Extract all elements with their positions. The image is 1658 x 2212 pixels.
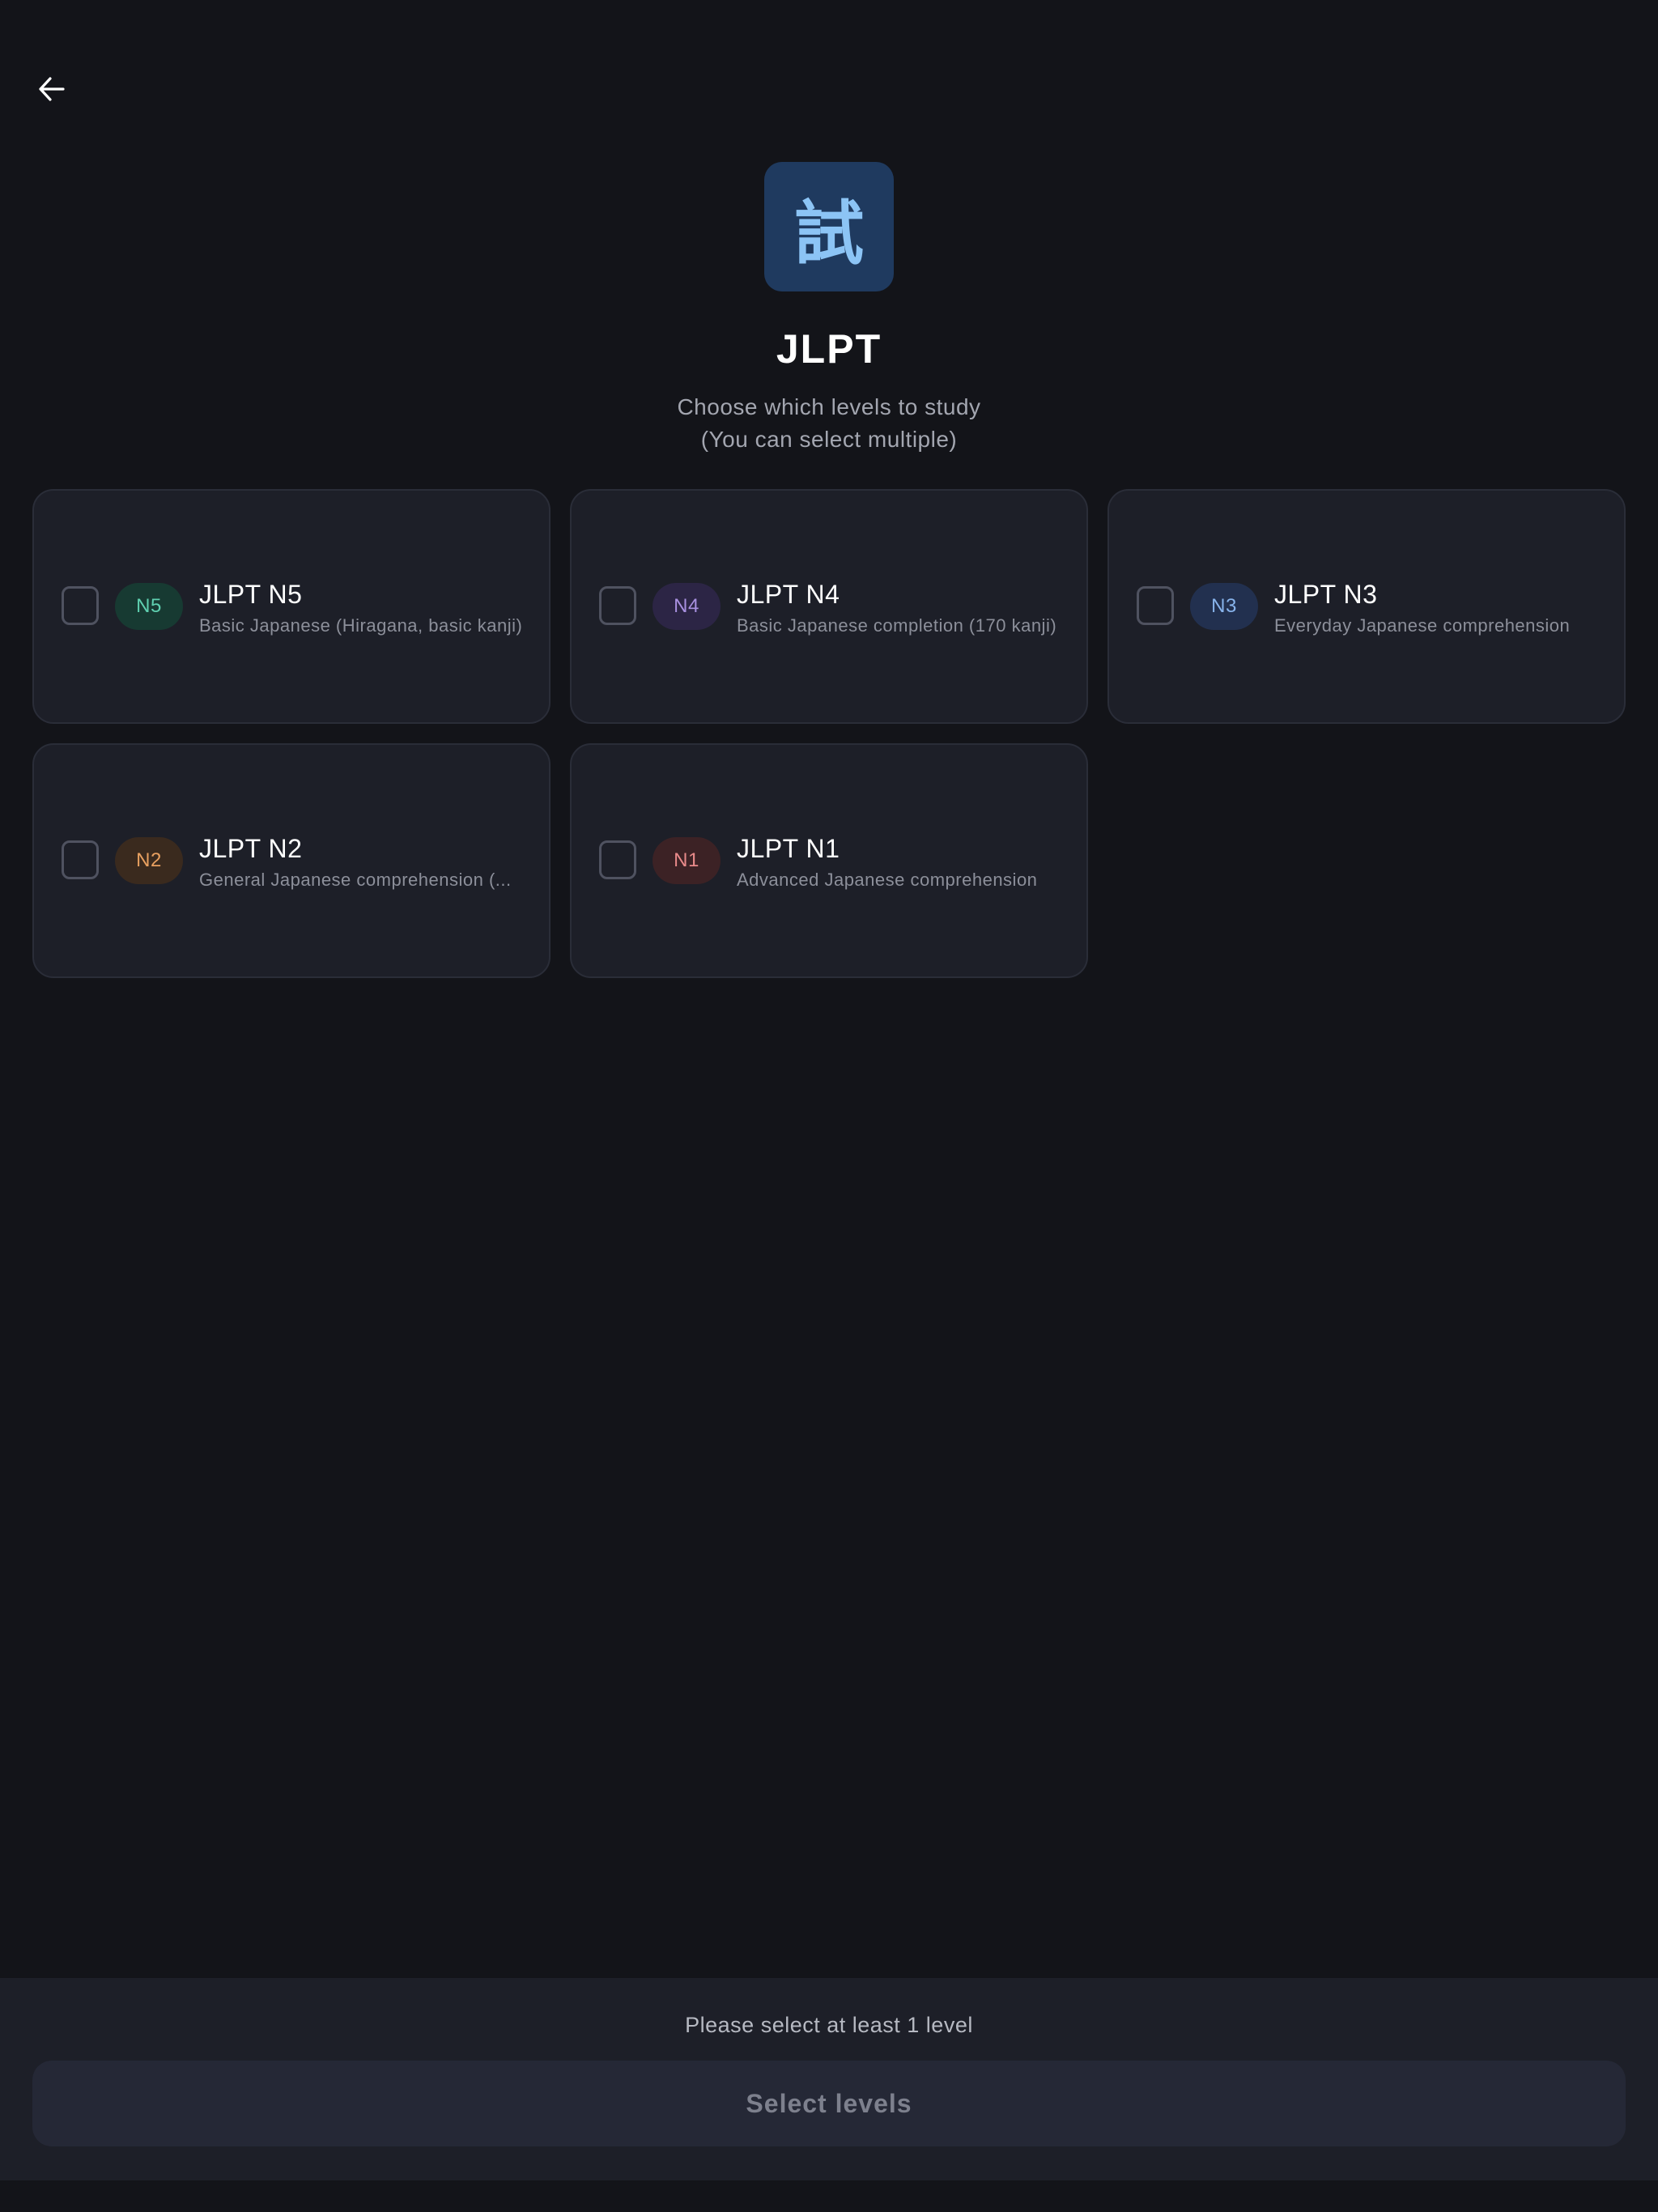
level-badge: N4 [653,583,721,630]
level-checkbox[interactable] [599,586,636,625]
level-title: JLPT N2 [199,834,303,863]
level-description: Advanced Japanese comprehension [737,870,1038,890]
level-description: General Japanese comprehension (... [199,870,512,890]
jlpt-logo: 試 [764,162,894,291]
level-grid: N5 JLPT N5 Basic Japanese (Hiragana, bas… [32,489,1626,978]
level-checkbox[interactable] [62,586,99,625]
level-card-n5[interactable]: N5 JLPT N5 Basic Japanese (Hiragana, bas… [32,489,551,724]
page-title: JLPT [776,326,882,372]
arrow-left-icon [39,77,65,101]
level-card-n3[interactable]: N3 JLPT N3 Everyday Japanese comprehensi… [1107,489,1626,724]
level-title: JLPT N1 [737,834,840,863]
level-title: JLPT N4 [737,580,840,609]
level-checkbox[interactable] [1137,586,1174,625]
subtitle-line-1: Choose which levels to study [677,394,981,419]
logo-glyph: 試 [794,193,864,274]
level-title: JLPT N5 [199,580,303,609]
level-description: Everyday Japanese comprehension [1274,615,1571,636]
level-card-n2[interactable]: N2 JLPT N2 General Japanese comprehensio… [32,743,551,978]
level-description: Basic Japanese completion (170 kanji) [737,615,1057,636]
footer-panel: Please select at least 1 level Select le… [0,1978,1658,2180]
level-title: JLPT N3 [1274,580,1378,609]
level-checkbox[interactable] [62,840,99,879]
level-checkbox[interactable] [599,840,636,879]
jlpt-level-select-screen: 試 JLPT Choose which levels to study (You… [0,0,1658,2212]
level-badge: N3 [1190,583,1258,630]
back-button[interactable] [31,68,73,110]
level-badge: N2 [115,837,183,884]
subtitle-line-2: (You can select multiple) [700,427,958,452]
level-description: Basic Japanese (Hiragana, basic kanji) [199,615,523,636]
level-badge: N1 [653,837,721,884]
level-card-n4[interactable]: N4 JLPT N4 Basic Japanese completion (17… [570,489,1088,724]
selection-hint: Please select at least 1 level [685,2013,973,2037]
select-levels-button[interactable]: Select levels [32,2061,1626,2146]
level-card-n1[interactable]: N1 JLPT N1 Advanced Japanese comprehensi… [570,743,1088,978]
level-badge: N5 [115,583,183,630]
